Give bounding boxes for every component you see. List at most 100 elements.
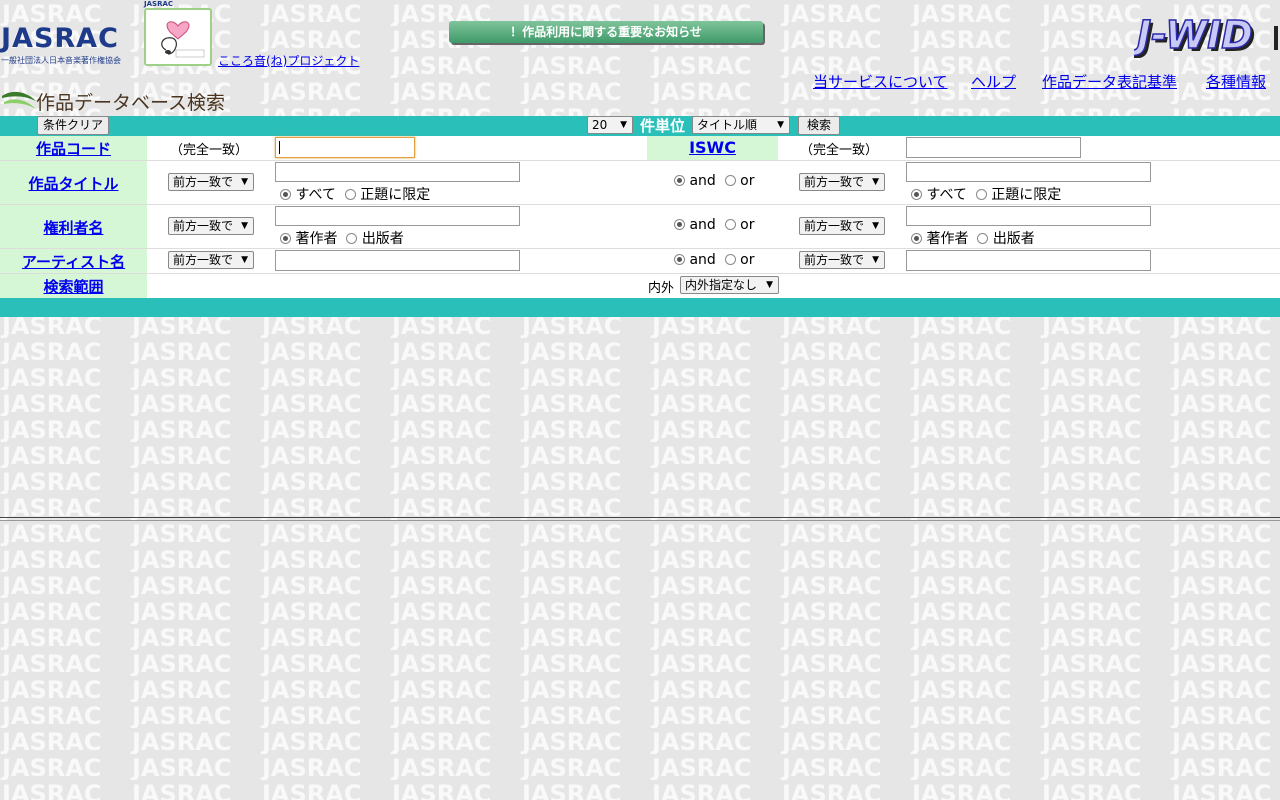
title-or-radio[interactable] <box>724 175 736 186</box>
search-button[interactable]: 検索 <box>798 116 840 135</box>
artist-label-link[interactable]: アーティスト名 <box>0 251 147 272</box>
kokoro-mini-label: JASRAC <box>144 0 174 8</box>
title-input[interactable] <box>275 162 520 182</box>
inout-value: 内外指定なし <box>685 278 758 292</box>
chevron-down-icon: ▼ <box>241 221 248 231</box>
publisher-radio-2[interactable] <box>977 233 989 244</box>
author-label-2: 著作者 <box>926 231 969 247</box>
artist-input-2[interactable] <box>906 250 1151 271</box>
result-count-value: 20 <box>592 118 608 132</box>
rights-holder-match-mode-select-2[interactable]: 前方一致で ▼ <box>799 217 885 235</box>
nav-help-link[interactable]: ヘルプ <box>971 71 1016 92</box>
title-logic-radio-group: and or <box>674 173 754 189</box>
artist-match-mode-select[interactable]: 前方一致で ▼ <box>168 251 254 269</box>
title-match-mode-value-2: 前方一致で <box>804 175 865 189</box>
sort-order-value: タイトル順 <box>697 118 758 132</box>
jasrac-logo[interactable]: JASRAC 一般社団法人日本音楽著作権協会 <box>0 24 132 68</box>
inout-select[interactable]: 内外指定なし ▼ <box>680 276 779 294</box>
heart-note-icon <box>161 21 205 58</box>
title-match-mode-select[interactable]: 前方一致で ▼ <box>168 173 254 191</box>
jwid-logo[interactable]: J-WID J-WID <box>1129 12 1280 60</box>
title-scope-all-label: すべて <box>295 187 336 203</box>
nav-about-link[interactable]: 当サービスについて <box>813 71 948 92</box>
work-code-match-note: （完全一致） <box>170 143 249 158</box>
swoosh-icon <box>2 91 36 109</box>
title-scope-all-label-2: すべて <box>926 187 967 203</box>
work-code-input[interactable] <box>275 137 415 158</box>
artist-match-mode-value: 前方一致で <box>173 253 234 267</box>
publisher-radio[interactable] <box>346 233 358 244</box>
jwid-logo-graphic: J-WID J-WID <box>1129 12 1278 60</box>
rights-holder-input-2[interactable] <box>906 206 1151 226</box>
search-range-row <box>0 274 1280 298</box>
unit-label: 件単位 <box>640 117 686 135</box>
title-label-link[interactable]: 作品タイトル <box>0 173 147 194</box>
title-input-2[interactable] <box>906 162 1151 182</box>
page-title-text: 作品データベース検索 <box>36 92 226 114</box>
title-scope-all-radio[interactable] <box>280 189 291 200</box>
author-radio[interactable] <box>280 233 291 244</box>
artist-input[interactable] <box>275 250 520 271</box>
artist-and-label: and <box>689 252 716 268</box>
title-scope-formal-label: 正題に限定 <box>360 187 431 203</box>
artist-or-label: or <box>740 252 755 268</box>
rights-holder-match-mode-select[interactable]: 前方一致で ▼ <box>168 217 254 235</box>
rights-holder-or-label: or <box>740 217 755 233</box>
chevron-down-icon: ▼ <box>766 280 773 290</box>
artist-match-mode-select-2[interactable]: 前方一致で ▼ <box>799 251 885 269</box>
page-title: 作品データベース検索 <box>2 87 232 114</box>
chevron-down-icon: ▼ <box>620 120 627 130</box>
sort-order-select[interactable]: タイトル順 ▼ <box>692 116 790 134</box>
title-scope-radio-group: すべて 正題に限定 <box>280 184 430 204</box>
artist-logic-radio-group: and or <box>674 252 754 268</box>
jasrac-logo-subtitle: 一般社団法人日本音楽著作権協会 <box>1 56 121 65</box>
jwid-logo-text: J-WID <box>1134 14 1253 57</box>
chevron-down-icon: ▼ <box>872 221 879 231</box>
title-scope-formal-radio[interactable] <box>344 189 356 200</box>
text-cursor <box>279 141 280 154</box>
title-match-mode-value: 前方一致で <box>173 175 234 189</box>
title-scope-formal-radio-2[interactable] <box>975 189 987 200</box>
publisher-label-2: 出版者 <box>992 231 1035 247</box>
iswc-input[interactable] <box>906 137 1081 158</box>
result-count-select[interactable]: 20 ▼ <box>587 116 633 134</box>
iswc-label-link[interactable]: ISWC <box>647 138 778 157</box>
artist-and-radio[interactable] <box>674 254 685 265</box>
title-and-radio[interactable] <box>674 175 685 186</box>
chevron-down-icon: ▼ <box>872 177 879 187</box>
rights-holder-or-radio[interactable] <box>724 219 736 230</box>
section-divider <box>0 520 1280 521</box>
title-match-mode-select-2[interactable]: 前方一致で ▼ <box>799 173 885 191</box>
kokoro-project-link[interactable]: こころ音(ね)プロジェクト <box>218 52 359 69</box>
kokoro-project-logo[interactable] <box>144 8 212 66</box>
publisher-label: 出版者 <box>361 231 404 247</box>
artist-or-radio[interactable] <box>724 254 736 265</box>
inout-label: 内外 <box>648 281 675 296</box>
rights-holder-input[interactable] <box>275 206 520 226</box>
jasrac-logo-text: JASRAC <box>1 23 119 54</box>
artist-match-mode-value-2: 前方一致で <box>804 253 865 267</box>
rights-holder-and-label: and <box>689 217 716 233</box>
title-or-label: or <box>740 173 755 189</box>
title-scope-formal-label-2: 正題に限定 <box>991 187 1062 203</box>
section-divider <box>0 517 1280 518</box>
form-footer-bar <box>0 298 1280 317</box>
nav-notation-link[interactable]: 作品データ表記基準 <box>1042 71 1177 92</box>
iswc-match-note: （完全一致） <box>800 143 879 158</box>
chevron-down-icon: ▼ <box>241 255 248 265</box>
chevron-down-icon: ▼ <box>241 177 248 187</box>
rights-holder-logic-radio-group: and or <box>674 217 754 233</box>
rights-holder-and-radio[interactable] <box>674 219 685 230</box>
title-scope-all-radio-2[interactable] <box>911 189 922 200</box>
author-radio-2[interactable] <box>911 233 922 244</box>
important-notice-button[interactable]: ！作品利用に関する重要なお知らせ <box>449 21 763 43</box>
chevron-down-icon: ▼ <box>777 120 784 130</box>
nav-info-link[interactable]: 各種情報 <box>1206 71 1266 92</box>
search-range-label-link[interactable]: 検索範囲 <box>0 276 147 297</box>
chevron-down-icon: ▼ <box>872 255 879 265</box>
rights-holder-label-link[interactable]: 権利者名 <box>0 217 147 238</box>
clear-conditions-button[interactable]: 条件クリア <box>37 116 109 135</box>
work-code-label-link[interactable]: 作品コード <box>0 138 147 159</box>
rights-holder-match-mode-value-2: 前方一致で <box>804 219 865 233</box>
title-scope-radio-group-2: すべて 正題に限定 <box>911 184 1061 204</box>
